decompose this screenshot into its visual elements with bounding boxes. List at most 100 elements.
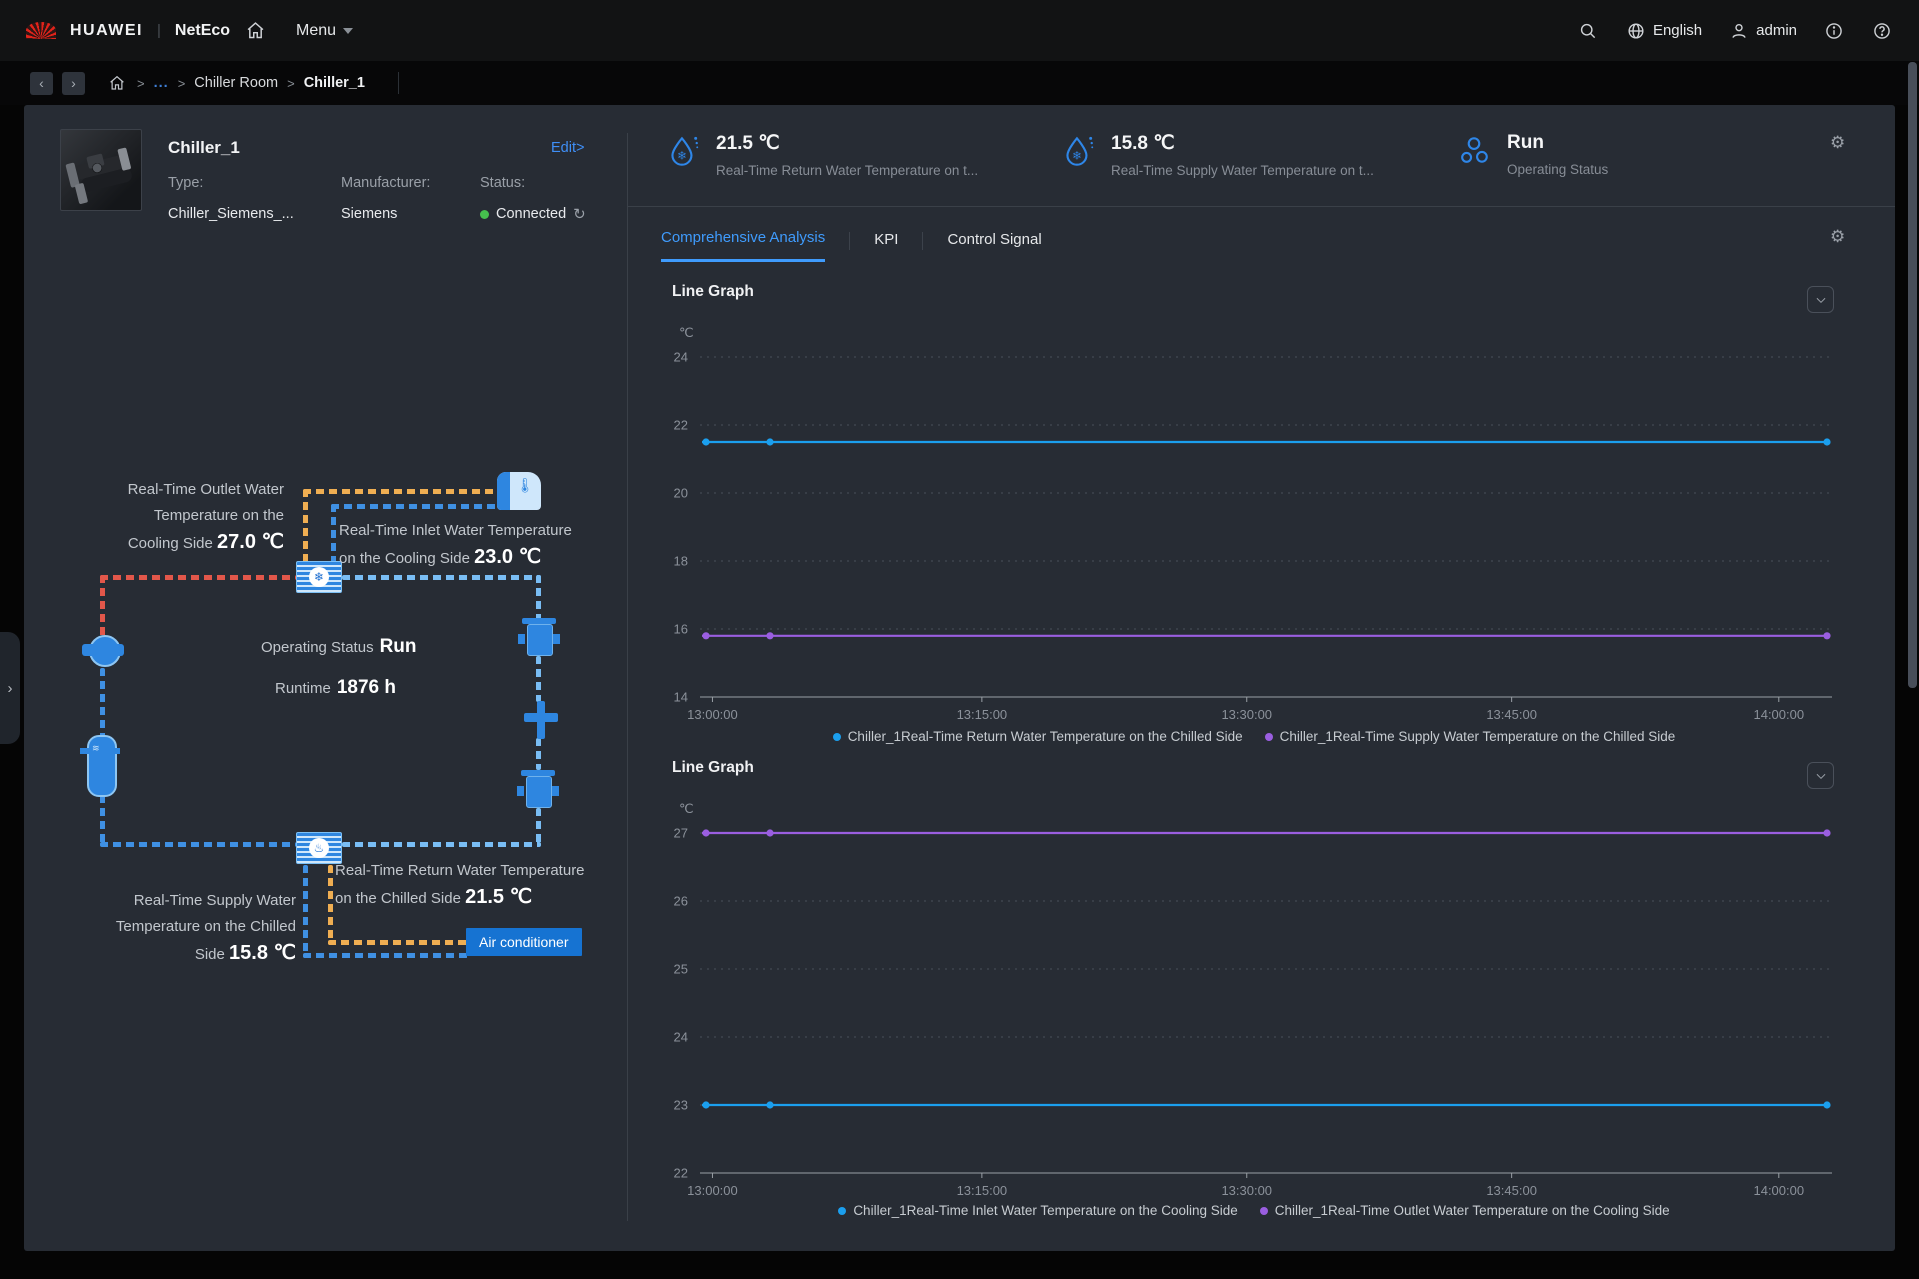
legend-item[interactable]: Chiller_1Real-Time Inlet Water Temperatu…: [838, 1203, 1237, 1218]
type-label: Type:: [168, 175, 203, 191]
pipe-orange-to-ac: [328, 940, 468, 945]
info-icon[interactable]: [1823, 20, 1845, 42]
chart1-line-graph: 24222018161413:00:0013:15:0013:30:0013:4…: [624, 325, 1884, 725]
breadcrumb-separator: >: [137, 76, 145, 91]
svg-text:20: 20: [674, 486, 688, 501]
kpi-settings-gear-icon[interactable]: ⚙: [1830, 133, 1845, 153]
help-icon[interactable]: [1871, 20, 1893, 42]
brand-text: HUAWEI: [70, 22, 143, 40]
condenser-icon: ❄: [296, 561, 342, 593]
manufacturer-label: Manufacturer:: [341, 175, 430, 191]
pipe-blue-condenser-down: [331, 504, 336, 563]
valve-icon-3: [521, 770, 555, 808]
return-temp-label: Real-Time Return Water Temperature on th…: [335, 858, 585, 912]
breadcrumb-ellipsis[interactable]: ...: [154, 75, 169, 91]
pipe-orange-condenser-up: [303, 489, 308, 563]
kpi-operating-status: Run Operating Status: [1455, 132, 1608, 177]
breadcrumb-divider: [398, 72, 399, 94]
inlet-temp-value: 23.0 ℃: [474, 546, 541, 568]
svg-text:14: 14: [674, 690, 688, 705]
type-value: Chiller_Siemens_...: [168, 206, 294, 222]
left-panel-expander[interactable]: ›: [0, 632, 20, 744]
valve-icon-1: [522, 618, 556, 656]
chart1-title: Line Graph: [672, 283, 754, 301]
back-button[interactable]: ‹: [30, 72, 53, 95]
kpi-value: Run: [1507, 132, 1608, 154]
outlet-temp-value: 27.0 ℃: [217, 531, 284, 553]
pipe-blue-to-ac: [303, 953, 468, 958]
search-icon[interactable]: [1577, 20, 1599, 42]
chart1-legend: Chiller_1Real-Time Return Water Temperat…: [624, 729, 1884, 744]
legend-item[interactable]: Chiller_1Real-Time Return Water Temperat…: [833, 729, 1243, 744]
svg-text:13:15:00: 13:15:00: [957, 1183, 1008, 1198]
legend-item[interactable]: Chiller_1Real-Time Outlet Water Temperat…: [1260, 1203, 1670, 1218]
water-tank-icon: ≋: [80, 735, 120, 795]
svg-text:22: 22: [674, 1166, 688, 1181]
supply-temp-label: Real-Time Supply Water Temperature on th…: [72, 888, 296, 968]
outlet-temp-label: Real-Time Outlet Water Temperature on th…: [84, 477, 284, 557]
brand-area: HUAWEI | NetEco Menu: [26, 20, 353, 42]
username: admin: [1756, 22, 1797, 39]
menu-button[interactable]: Menu: [296, 22, 353, 40]
menu-label: Menu: [296, 22, 336, 40]
svg-text:❄: ❄: [1072, 149, 1082, 162]
breadcrumb-separator: >: [178, 76, 186, 91]
svg-text:23: 23: [674, 1098, 688, 1113]
edit-link[interactable]: Edit>: [551, 140, 584, 156]
svg-text:24: 24: [674, 1030, 688, 1045]
svg-text:16: 16: [674, 622, 688, 637]
legend-item[interactable]: Chiller_1Real-Time Supply Water Temperat…: [1265, 729, 1676, 744]
product-name: NetEco: [175, 22, 230, 40]
svg-text:25: 25: [674, 962, 688, 977]
chart2-collapse-button[interactable]: [1807, 762, 1834, 789]
kpi-supply-temp: ❄ 15.8 ℃ Real-Time Supply Water Temperat…: [1059, 132, 1374, 178]
user-menu[interactable]: admin: [1728, 20, 1797, 42]
tab-settings-gear-icon[interactable]: ⚙: [1830, 227, 1845, 247]
status-value: Connected ↻: [480, 205, 586, 223]
cooling-tower-icon: 🌡: [497, 472, 541, 510]
runtime-value: 1876 h: [337, 677, 396, 698]
kpi-label: Operating Status: [1507, 162, 1608, 177]
svg-text:13:15:00: 13:15:00: [957, 707, 1008, 722]
svg-text:14:00:00: 14:00:00: [1753, 707, 1804, 722]
return-temp-value: 21.5 ℃: [465, 886, 532, 908]
supply-temp-value: 15.8 ℃: [229, 942, 296, 964]
chart1-collapse-button[interactable]: [1807, 286, 1834, 313]
breadcrumb-item-chiller-room[interactable]: Chiller Room: [194, 75, 278, 91]
globe-icon: [1625, 20, 1647, 42]
device-name: Chiller_1: [168, 138, 240, 158]
svg-text:22: 22: [674, 418, 688, 433]
svg-text:13:00:00: 13:00:00: [687, 1183, 738, 1198]
droplet-snowflake-icon: ❄: [664, 132, 702, 170]
vertical-scrollbar[interactable]: [1908, 62, 1917, 688]
forward-button[interactable]: ›: [62, 72, 85, 95]
svg-text:14:00:00: 14:00:00: [1753, 1183, 1804, 1198]
breadcrumb-home-icon[interactable]: [106, 72, 128, 94]
top-navbar: HUAWEI | NetEco Menu English: [0, 0, 1919, 61]
pipe-blue-left-lower: [100, 795, 105, 847]
tab-kpi[interactable]: KPI: [874, 231, 898, 261]
language-switch[interactable]: English: [1625, 20, 1702, 42]
air-conditioner-button[interactable]: Air conditioner: [466, 928, 582, 956]
tab-control-signal[interactable]: Control Signal: [947, 231, 1041, 261]
pipe-red-outlet: [100, 575, 296, 580]
svg-text:13:45:00: 13:45:00: [1486, 1183, 1537, 1198]
svg-text:13:30:00: 13:30:00: [1221, 1183, 1272, 1198]
droplet-snowflake-icon: ❄: [1059, 132, 1097, 170]
kpi-label: Real-Time Return Water Temperature on t.…: [716, 163, 978, 178]
svg-text:24: 24: [674, 350, 688, 365]
device-thumbnail: [60, 129, 142, 211]
tab-comprehensive-analysis[interactable]: Comprehensive Analysis: [661, 229, 825, 262]
svg-text:13:30:00: 13:30:00: [1221, 707, 1272, 722]
pipe-red-left-down: [100, 575, 105, 637]
status-connected-dot: [480, 210, 489, 219]
pipe-orange-evap-down: [328, 865, 333, 945]
home-icon[interactable]: [244, 20, 266, 42]
breadcrumb-item-chiller-1[interactable]: Chiller_1: [304, 75, 365, 91]
refresh-icon[interactable]: ↻: [573, 205, 586, 223]
pipe-blue-evap-down: [303, 865, 308, 958]
operating-status-value: Run: [380, 636, 417, 657]
pipe-blue-bottom-left: [100, 842, 296, 847]
chart2-title: Line Graph: [672, 759, 754, 777]
runtime-text: Runtime1876 h: [275, 677, 396, 699]
